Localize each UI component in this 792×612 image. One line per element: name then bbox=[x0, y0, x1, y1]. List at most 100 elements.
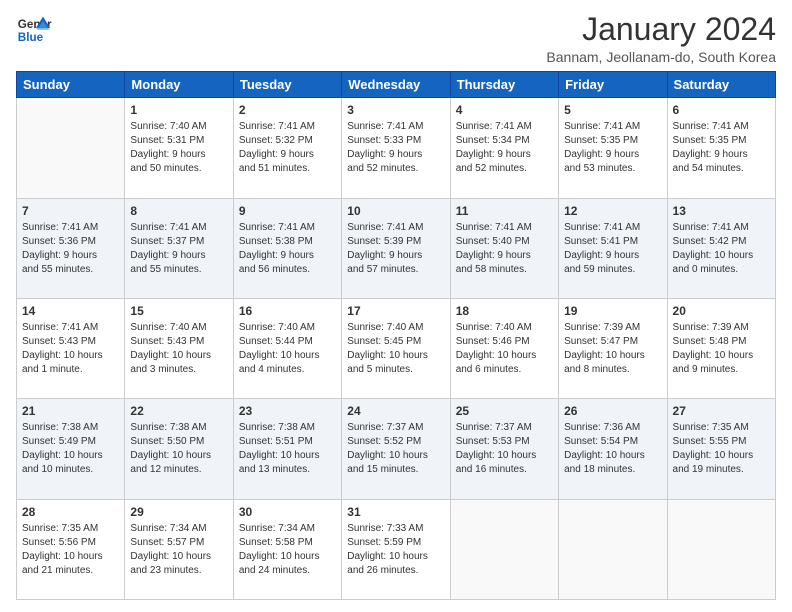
day-number: 18 bbox=[456, 303, 553, 319]
day-number: 6 bbox=[673, 102, 770, 118]
day-header-tuesday: Tuesday bbox=[233, 72, 341, 98]
calendar-cell: 20 Sunrise: 7:39 AMSunset: 5:48 PMDayligh… bbox=[667, 298, 775, 398]
calendar-cell: 12 Sunrise: 7:41 AMSunset: 5:41 PMDayligh… bbox=[559, 198, 667, 298]
day-info: Sunrise: 7:41 AMSunset: 5:38 PMDaylight:… bbox=[239, 221, 336, 277]
day-number: 1 bbox=[130, 102, 227, 118]
day-number: 13 bbox=[673, 203, 770, 219]
day-info: Sunrise: 7:40 AMSunset: 5:44 PMDaylight:… bbox=[239, 321, 336, 377]
day-number: 17 bbox=[347, 303, 444, 319]
day-header-monday: Monday bbox=[125, 72, 233, 98]
day-number: 22 bbox=[130, 403, 227, 419]
day-number: 4 bbox=[456, 102, 553, 118]
day-info: Sunrise: 7:41 AMSunset: 5:41 PMDaylight:… bbox=[564, 221, 661, 277]
day-info: Sunrise: 7:41 AMSunset: 5:35 PMDaylight:… bbox=[673, 120, 770, 176]
day-info: Sunrise: 7:41 AMSunset: 5:32 PMDaylight:… bbox=[239, 120, 336, 176]
day-info: Sunrise: 7:41 AMSunset: 5:36 PMDaylight:… bbox=[22, 221, 119, 277]
day-number: 15 bbox=[130, 303, 227, 319]
calendar-cell: 8 Sunrise: 7:41 AMSunset: 5:37 PMDaylight… bbox=[125, 198, 233, 298]
day-info: Sunrise: 7:41 AMSunset: 5:35 PMDaylight:… bbox=[564, 120, 661, 176]
calendar-cell: 25 Sunrise: 7:37 AMSunset: 5:53 PMDayligh… bbox=[450, 399, 558, 499]
day-number: 2 bbox=[239, 102, 336, 118]
calendar-cell: 30 Sunrise: 7:34 AMSunset: 5:58 PMDayligh… bbox=[233, 499, 341, 599]
day-info: Sunrise: 7:41 AMSunset: 5:42 PMDaylight:… bbox=[673, 221, 770, 277]
day-info: Sunrise: 7:34 AMSunset: 5:57 PMDaylight:… bbox=[130, 522, 227, 578]
calendar-week-row: 7 Sunrise: 7:41 AMSunset: 5:36 PMDaylight… bbox=[17, 198, 776, 298]
calendar-cell: 7 Sunrise: 7:41 AMSunset: 5:36 PMDaylight… bbox=[17, 198, 125, 298]
calendar-week-row: 28 Sunrise: 7:35 AMSunset: 5:56 PMDayligh… bbox=[17, 499, 776, 599]
day-info: Sunrise: 7:40 AMSunset: 5:31 PMDaylight:… bbox=[130, 120, 227, 176]
day-info: Sunrise: 7:40 AMSunset: 5:45 PMDaylight:… bbox=[347, 321, 444, 377]
calendar-cell: 15 Sunrise: 7:40 AMSunset: 5:43 PMDayligh… bbox=[125, 298, 233, 398]
day-info: Sunrise: 7:33 AMSunset: 5:59 PMDaylight:… bbox=[347, 522, 444, 578]
calendar-cell: 14Sunrise: 7:41 AMSunset: 5:43 PMDayligh… bbox=[17, 298, 125, 398]
day-info: Sunrise: 7:34 AMSunset: 5:58 PMDaylight:… bbox=[239, 522, 336, 578]
calendar-cell bbox=[667, 499, 775, 599]
calendar-cell: 5 Sunrise: 7:41 AMSunset: 5:35 PMDaylight… bbox=[559, 98, 667, 198]
calendar-cell: 2 Sunrise: 7:41 AMSunset: 5:32 PMDaylight… bbox=[233, 98, 341, 198]
calendar-cell: 31Sunrise: 7:33 AMSunset: 5:59 PMDayligh… bbox=[342, 499, 450, 599]
day-info: Sunrise: 7:41 AMSunset: 5:40 PMDaylight:… bbox=[456, 221, 553, 277]
day-number: 23 bbox=[239, 403, 336, 419]
subtitle: Bannam, Jeollanam-do, South Korea bbox=[546, 49, 776, 65]
day-number: 12 bbox=[564, 203, 661, 219]
logo: General Blue bbox=[16, 12, 52, 48]
day-info: Sunrise: 7:39 AMSunset: 5:48 PMDaylight:… bbox=[673, 321, 770, 377]
day-header-sunday: Sunday bbox=[17, 72, 125, 98]
calendar-cell: 28 Sunrise: 7:35 AMSunset: 5:56 PMDayligh… bbox=[17, 499, 125, 599]
calendar-cell: 22 Sunrise: 7:38 AMSunset: 5:50 PMDayligh… bbox=[125, 399, 233, 499]
calendar-cell: 6 Sunrise: 7:41 AMSunset: 5:35 PMDaylight… bbox=[667, 98, 775, 198]
day-header-thursday: Thursday bbox=[450, 72, 558, 98]
day-info: Sunrise: 7:41 AMSunset: 5:37 PMDaylight:… bbox=[130, 221, 227, 277]
day-number: 11 bbox=[456, 203, 553, 219]
day-info: Sunrise: 7:40 AMSunset: 5:46 PMDaylight:… bbox=[456, 321, 553, 377]
day-header-wednesday: Wednesday bbox=[342, 72, 450, 98]
day-number: 16 bbox=[239, 303, 336, 319]
day-number: 25 bbox=[456, 403, 553, 419]
day-number: 8 bbox=[130, 203, 227, 219]
svg-text:Blue: Blue bbox=[18, 31, 44, 44]
day-info: Sunrise: 7:36 AMSunset: 5:54 PMDaylight:… bbox=[564, 421, 661, 477]
day-info: Sunrise: 7:41 AMSunset: 5:34 PMDaylight:… bbox=[456, 120, 553, 176]
calendar-cell: 13 Sunrise: 7:41 AMSunset: 5:42 PMDayligh… bbox=[667, 198, 775, 298]
day-number: 20 bbox=[673, 303, 770, 319]
day-info: Sunrise: 7:35 AMSunset: 5:56 PMDaylight:… bbox=[22, 522, 119, 578]
day-info: Sunrise: 7:35 AMSunset: 5:55 PMDaylight:… bbox=[673, 421, 770, 477]
day-info: Sunrise: 7:39 AMSunset: 5:47 PMDaylight:… bbox=[564, 321, 661, 377]
calendar-cell: 3Sunrise: 7:41 AMSunset: 5:33 PMDaylight… bbox=[342, 98, 450, 198]
header: General Blue January 2024 Bannam, Jeolla… bbox=[16, 12, 776, 65]
day-info: Sunrise: 7:38 AMSunset: 5:50 PMDaylight:… bbox=[130, 421, 227, 477]
calendar-cell bbox=[450, 499, 558, 599]
day-number: 28 bbox=[22, 504, 119, 520]
day-number: 10 bbox=[347, 203, 444, 219]
day-number: 21 bbox=[22, 403, 119, 419]
day-info: Sunrise: 7:37 AMSunset: 5:53 PMDaylight:… bbox=[456, 421, 553, 477]
day-info: Sunrise: 7:38 AMSunset: 5:49 PMDaylight:… bbox=[22, 421, 119, 477]
day-number: 3 bbox=[347, 102, 444, 118]
day-number: 7 bbox=[22, 203, 119, 219]
calendar-cell: 4 Sunrise: 7:41 AMSunset: 5:34 PMDaylight… bbox=[450, 98, 558, 198]
day-number: 29 bbox=[130, 504, 227, 520]
day-number: 27 bbox=[673, 403, 770, 419]
day-header-saturday: Saturday bbox=[667, 72, 775, 98]
calendar-week-row: 21 Sunrise: 7:38 AMSunset: 5:49 PMDayligh… bbox=[17, 399, 776, 499]
calendar-cell: 9Sunrise: 7:41 AMSunset: 5:38 PMDaylight… bbox=[233, 198, 341, 298]
day-number: 5 bbox=[564, 102, 661, 118]
calendar-table: SundayMondayTuesdayWednesdayThursdayFrid… bbox=[16, 71, 776, 600]
calendar-cell: 24Sunrise: 7:37 AMSunset: 5:52 PMDayligh… bbox=[342, 399, 450, 499]
day-number: 30 bbox=[239, 504, 336, 520]
day-info: Sunrise: 7:38 AMSunset: 5:51 PMDaylight:… bbox=[239, 421, 336, 477]
month-title: January 2024 bbox=[546, 12, 776, 47]
day-info: Sunrise: 7:41 AMSunset: 5:43 PMDaylight:… bbox=[22, 321, 119, 377]
day-number: 26 bbox=[564, 403, 661, 419]
calendar-cell: 21 Sunrise: 7:38 AMSunset: 5:49 PMDayligh… bbox=[17, 399, 125, 499]
calendar-header-row: SundayMondayTuesdayWednesdayThursdayFrid… bbox=[17, 72, 776, 98]
calendar-cell: 19Sunrise: 7:39 AMSunset: 5:47 PMDayligh… bbox=[559, 298, 667, 398]
day-info: Sunrise: 7:40 AMSunset: 5:43 PMDaylight:… bbox=[130, 321, 227, 377]
day-header-friday: Friday bbox=[559, 72, 667, 98]
calendar-cell bbox=[559, 499, 667, 599]
title-area: January 2024 Bannam, Jeollanam-do, South… bbox=[546, 12, 776, 65]
calendar-cell: 11 Sunrise: 7:41 AMSunset: 5:40 PMDayligh… bbox=[450, 198, 558, 298]
calendar-cell: 23 Sunrise: 7:38 AMSunset: 5:51 PMDayligh… bbox=[233, 399, 341, 499]
day-number: 24 bbox=[347, 403, 444, 419]
calendar-cell: 18 Sunrise: 7:40 AMSunset: 5:46 PMDayligh… bbox=[450, 298, 558, 398]
